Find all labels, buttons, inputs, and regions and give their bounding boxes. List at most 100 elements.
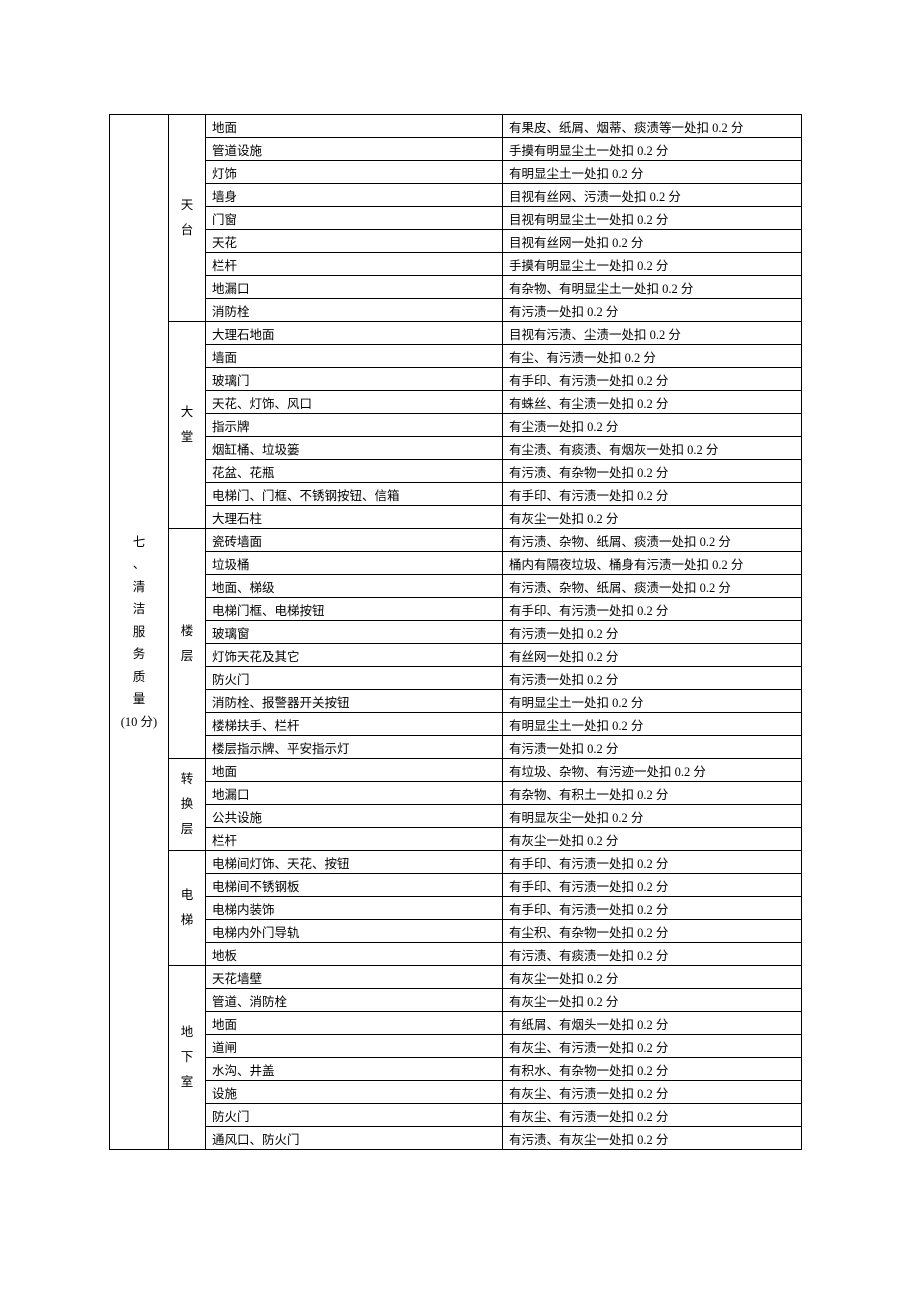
item-name: 指示牌 <box>206 414 503 437</box>
table-row: 管道设施手摸有明显尘土一处扣 0.2 分 <box>110 138 802 161</box>
criteria: 有污渍、有痰渍一处扣 0.2 分 <box>503 943 802 966</box>
group-name: 电梯 <box>169 851 206 966</box>
table-row: 大理石柱有灰尘一处扣 0.2 分 <box>110 506 802 529</box>
item-name: 玻璃窗 <box>206 621 503 644</box>
criteria: 有污渍、杂物、纸屑、痰渍一处扣 0.2 分 <box>503 529 802 552</box>
criteria: 有污渍一处扣 0.2 分 <box>503 299 802 322</box>
criteria: 有果皮、纸屑、烟蒂、痰渍等一处扣 0.2 分 <box>503 115 802 138</box>
table-row: 电梯门框、电梯按钮有手印、有污渍一处扣 0.2 分 <box>110 598 802 621</box>
table-row: 玻璃门有手印、有污渍一处扣 0.2 分 <box>110 368 802 391</box>
criteria: 有灰尘一处扣 0.2 分 <box>503 989 802 1012</box>
criteria: 有污渍一处扣 0.2 分 <box>503 736 802 759</box>
criteria: 有手印、有污渍一处扣 0.2 分 <box>503 598 802 621</box>
criteria: 有灰尘、有污渍一处扣 0.2 分 <box>503 1081 802 1104</box>
item-name: 地面 <box>206 759 503 782</box>
table-row: 公共设施有明显灰尘一处扣 0.2 分 <box>110 805 802 828</box>
criteria: 目视有丝网一处扣 0.2 分 <box>503 230 802 253</box>
table-row: 大堂大理石地面目视有污渍、尘渍一处扣 0.2 分 <box>110 322 802 345</box>
criteria: 有手印、有污渍一处扣 0.2 分 <box>503 851 802 874</box>
item-name: 地漏口 <box>206 276 503 299</box>
criteria: 有丝网一处扣 0.2 分 <box>503 644 802 667</box>
table-row: 楼层指示牌、平安指示灯有污渍一处扣 0.2 分 <box>110 736 802 759</box>
item-name: 垃圾桶 <box>206 552 503 575</box>
item-name: 地漏口 <box>206 782 503 805</box>
table-row: 地漏口有杂物、有明显尘土一处扣 0.2 分 <box>110 276 802 299</box>
table-row: 地面有纸屑、有烟头一处扣 0.2 分 <box>110 1012 802 1035</box>
criteria: 有灰尘一处扣 0.2 分 <box>503 966 802 989</box>
inspection-table: 七、清洁服务质量(10 分)天台地面有果皮、纸屑、烟蒂、痰渍等一处扣 0.2 分… <box>109 114 802 1150</box>
item-name: 电梯内外门导轨 <box>206 920 503 943</box>
criteria: 桶内有隔夜垃圾、桶身有污渍一处扣 0.2 分 <box>503 552 802 575</box>
criteria: 有尘、有污渍一处扣 0.2 分 <box>503 345 802 368</box>
table-row: 天花、灯饰、风口有蛛丝、有尘渍一处扣 0.2 分 <box>110 391 802 414</box>
criteria: 有杂物、有积土一处扣 0.2 分 <box>503 782 802 805</box>
item-name: 大理石地面 <box>206 322 503 345</box>
item-name: 公共设施 <box>206 805 503 828</box>
table-row: 地面、梯级有污渍、杂物、纸屑、痰渍一处扣 0.2 分 <box>110 575 802 598</box>
group-name: 地下室 <box>169 966 206 1150</box>
item-name: 墙身 <box>206 184 503 207</box>
item-name: 地面 <box>206 115 503 138</box>
table-row: 烟缸桶、垃圾篓有尘渍、有痰渍、有烟灰一处扣 0.2 分 <box>110 437 802 460</box>
table-row: 七、清洁服务质量(10 分)天台地面有果皮、纸屑、烟蒂、痰渍等一处扣 0.2 分 <box>110 115 802 138</box>
table-row: 地下室天花墙壁有灰尘一处扣 0.2 分 <box>110 966 802 989</box>
criteria: 手摸有明显尘土一处扣 0.2 分 <box>503 253 802 276</box>
item-name: 天花 <box>206 230 503 253</box>
item-name: 地板 <box>206 943 503 966</box>
table-row: 消防栓、报警器开关按钮有明显尘土一处扣 0.2 分 <box>110 690 802 713</box>
criteria: 目视有丝网、污渍一处扣 0.2 分 <box>503 184 802 207</box>
criteria: 有手印、有污渍一处扣 0.2 分 <box>503 874 802 897</box>
criteria: 有灰尘一处扣 0.2 分 <box>503 828 802 851</box>
item-name: 天花墙壁 <box>206 966 503 989</box>
item-name: 防火门 <box>206 667 503 690</box>
table-row: 楼梯扶手、栏杆有明显尘土一处扣 0.2 分 <box>110 713 802 736</box>
table-row: 灯饰天花及其它有丝网一处扣 0.2 分 <box>110 644 802 667</box>
table-row: 电梯内外门导轨有尘积、有杂物一处扣 0.2 分 <box>110 920 802 943</box>
item-name: 电梯门框、电梯按钮 <box>206 598 503 621</box>
item-name: 管道设施 <box>206 138 503 161</box>
criteria: 有明显尘土一处扣 0.2 分 <box>503 690 802 713</box>
criteria: 目视有污渍、尘渍一处扣 0.2 分 <box>503 322 802 345</box>
table-row: 指示牌有尘渍一处扣 0.2 分 <box>110 414 802 437</box>
criteria: 有尘积、有杂物一处扣 0.2 分 <box>503 920 802 943</box>
criteria: 有尘渍、有痰渍、有烟灰一处扣 0.2 分 <box>503 437 802 460</box>
item-name: 水沟、井盖 <box>206 1058 503 1081</box>
table-row: 电梯间不锈钢板有手印、有污渍一处扣 0.2 分 <box>110 874 802 897</box>
criteria: 有污渍、有杂物一处扣 0.2 分 <box>503 460 802 483</box>
criteria: 手摸有明显尘土一处扣 0.2 分 <box>503 138 802 161</box>
item-name: 墙面 <box>206 345 503 368</box>
table-row: 地板有污渍、有痰渍一处扣 0.2 分 <box>110 943 802 966</box>
table-row: 水沟、井盖有积水、有杂物一处扣 0.2 分 <box>110 1058 802 1081</box>
table-row: 垃圾桶桶内有隔夜垃圾、桶身有污渍一处扣 0.2 分 <box>110 552 802 575</box>
table-row: 楼层瓷砖墙面有污渍、杂物、纸屑、痰渍一处扣 0.2 分 <box>110 529 802 552</box>
criteria: 有尘渍一处扣 0.2 分 <box>503 414 802 437</box>
criteria: 有污渍一处扣 0.2 分 <box>503 621 802 644</box>
criteria: 有灰尘、有污渍一处扣 0.2 分 <box>503 1035 802 1058</box>
item-name: 电梯内装饰 <box>206 897 503 920</box>
item-name: 瓷砖墙面 <box>206 529 503 552</box>
item-name: 灯饰天花及其它 <box>206 644 503 667</box>
item-name: 栏杆 <box>206 828 503 851</box>
criteria: 有污渍、杂物、纸屑、痰渍一处扣 0.2 分 <box>503 575 802 598</box>
table-row: 转换层地面有垃圾、杂物、有污迹一处扣 0.2 分 <box>110 759 802 782</box>
table-row: 设施有灰尘、有污渍一处扣 0.2 分 <box>110 1081 802 1104</box>
table-row: 电梯门、门框、不锈钢按钮、信箱有手印、有污渍一处扣 0.2 分 <box>110 483 802 506</box>
table-row: 管道、消防栓有灰尘一处扣 0.2 分 <box>110 989 802 1012</box>
item-name: 地面、梯级 <box>206 575 503 598</box>
item-name: 灯饰 <box>206 161 503 184</box>
criteria: 有灰尘一处扣 0.2 分 <box>503 506 802 529</box>
criteria: 有手印、有污渍一处扣 0.2 分 <box>503 368 802 391</box>
table-row: 栏杆有灰尘一处扣 0.2 分 <box>110 828 802 851</box>
item-name: 玻璃门 <box>206 368 503 391</box>
criteria: 有明显尘土一处扣 0.2 分 <box>503 161 802 184</box>
item-name: 管道、消防栓 <box>206 989 503 1012</box>
table-row: 消防栓有污渍一处扣 0.2 分 <box>110 299 802 322</box>
table-row: 门窗目视有明显尘土一处扣 0.2 分 <box>110 207 802 230</box>
criteria: 有手印、有污渍一处扣 0.2 分 <box>503 897 802 920</box>
item-name: 消防栓、报警器开关按钮 <box>206 690 503 713</box>
table-row: 防火门有灰尘、有污渍一处扣 0.2 分 <box>110 1104 802 1127</box>
group-name: 天台 <box>169 115 206 322</box>
criteria: 有杂物、有明显尘土一处扣 0.2 分 <box>503 276 802 299</box>
table-row: 道闸有灰尘、有污渍一处扣 0.2 分 <box>110 1035 802 1058</box>
item-name: 通风口、防火门 <box>206 1127 503 1150</box>
